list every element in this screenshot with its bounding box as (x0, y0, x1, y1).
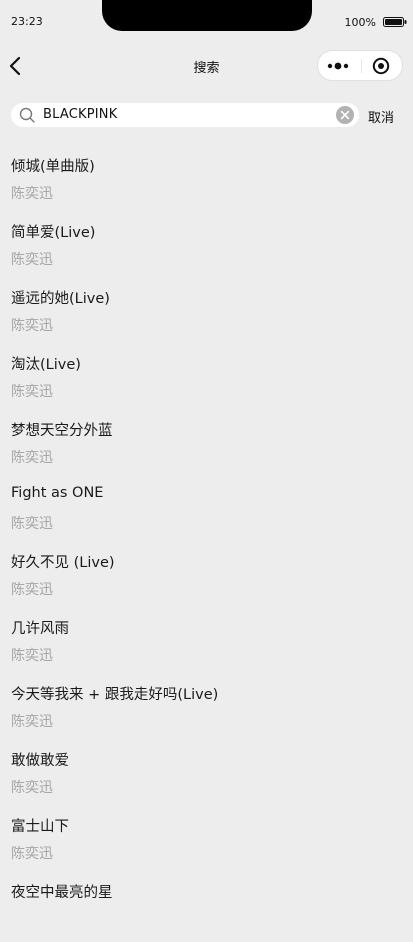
capsule-divider (361, 59, 362, 73)
song-title: 敢做敢爱 (11, 753, 69, 769)
mini-program-capsule (317, 50, 403, 81)
song-title: 几许风雨 (11, 621, 69, 637)
search-icon (19, 107, 35, 123)
list-item[interactable]: 淘汰(Live) 陈奕迅 (11, 348, 413, 414)
song-artist: 陈奕迅 (11, 318, 53, 334)
song-title: 今天等我来 + 跟我走好吗(Live) (11, 687, 219, 703)
list-item[interactable]: 遥远的她(Live) 陈奕迅 (11, 282, 413, 348)
song-artist: 陈奕迅 (11, 780, 53, 796)
cancel-button[interactable]: 取消 (368, 107, 394, 126)
close-target-icon[interactable] (372, 57, 390, 75)
song-artist: 陈奕迅 (11, 582, 53, 598)
song-title: 倾城(单曲版) (11, 159, 95, 175)
list-item[interactable]: 今天等我来 + 跟我走好吗(Live) 陈奕迅 (11, 678, 413, 744)
song-artist: 陈奕迅 (11, 516, 53, 532)
song-title: 淘汰(Live) (11, 357, 81, 373)
song-title: 遥远的她(Live) (11, 291, 110, 307)
song-artist: 陈奕迅 (11, 252, 53, 268)
search-input[interactable]: BLACKPINK (11, 103, 359, 127)
clear-icon[interactable] (336, 106, 354, 124)
status-bar: 23:23 100% (0, 0, 413, 40)
song-artist: 陈奕迅 (11, 846, 53, 862)
song-title: 富士山下 (11, 819, 69, 835)
search-query: BLACKPINK (43, 107, 118, 122)
song-title: 好久不见 (Live) (11, 555, 115, 571)
battery-percent: 100% (344, 16, 376, 29)
status-time: 23:23 (11, 15, 43, 28)
search-row: BLACKPINK 取消 (0, 103, 413, 127)
list-item[interactable]: 敢做敢爱 陈奕迅 (11, 744, 413, 810)
song-title: Fight as ONE (11, 485, 104, 501)
list-item[interactable]: 简单爱(Live) 陈奕迅 (11, 216, 413, 282)
camera-notch (102, 0, 312, 31)
results-list: 倾城(单曲版) 陈奕迅 简单爱(Live) 陈奕迅 遥远的她(Live) 陈奕迅… (11, 150, 413, 942)
song-artist: 陈奕迅 (11, 450, 53, 466)
list-item[interactable]: 梦想天空分外蓝 陈奕迅 (11, 414, 413, 480)
list-item[interactable]: 倾城(单曲版) 陈奕迅 (11, 150, 413, 216)
song-artist: 陈奕迅 (11, 648, 53, 664)
battery-icon (383, 17, 407, 27)
song-title: 梦想天空分外蓝 (11, 423, 113, 439)
song-artist: 陈奕迅 (11, 384, 53, 400)
nav-bar: 搜索 (0, 44, 413, 88)
song-artist: 陈奕迅 (11, 186, 53, 202)
song-title: 简单爱(Live) (11, 225, 96, 241)
list-item[interactable]: Fight as ONE 陈奕迅 (11, 480, 413, 546)
song-artist: 陈奕迅 (11, 714, 53, 730)
song-title: 夜空中最亮的星 (11, 885, 113, 901)
list-item[interactable]: 几许风雨 陈奕迅 (11, 612, 413, 678)
list-item[interactable]: 夜空中最亮的星 (11, 876, 413, 942)
list-item[interactable]: 富士山下 陈奕迅 (11, 810, 413, 876)
list-item[interactable]: 好久不见 (Live) 陈奕迅 (11, 546, 413, 612)
more-icon[interactable] (326, 58, 352, 74)
